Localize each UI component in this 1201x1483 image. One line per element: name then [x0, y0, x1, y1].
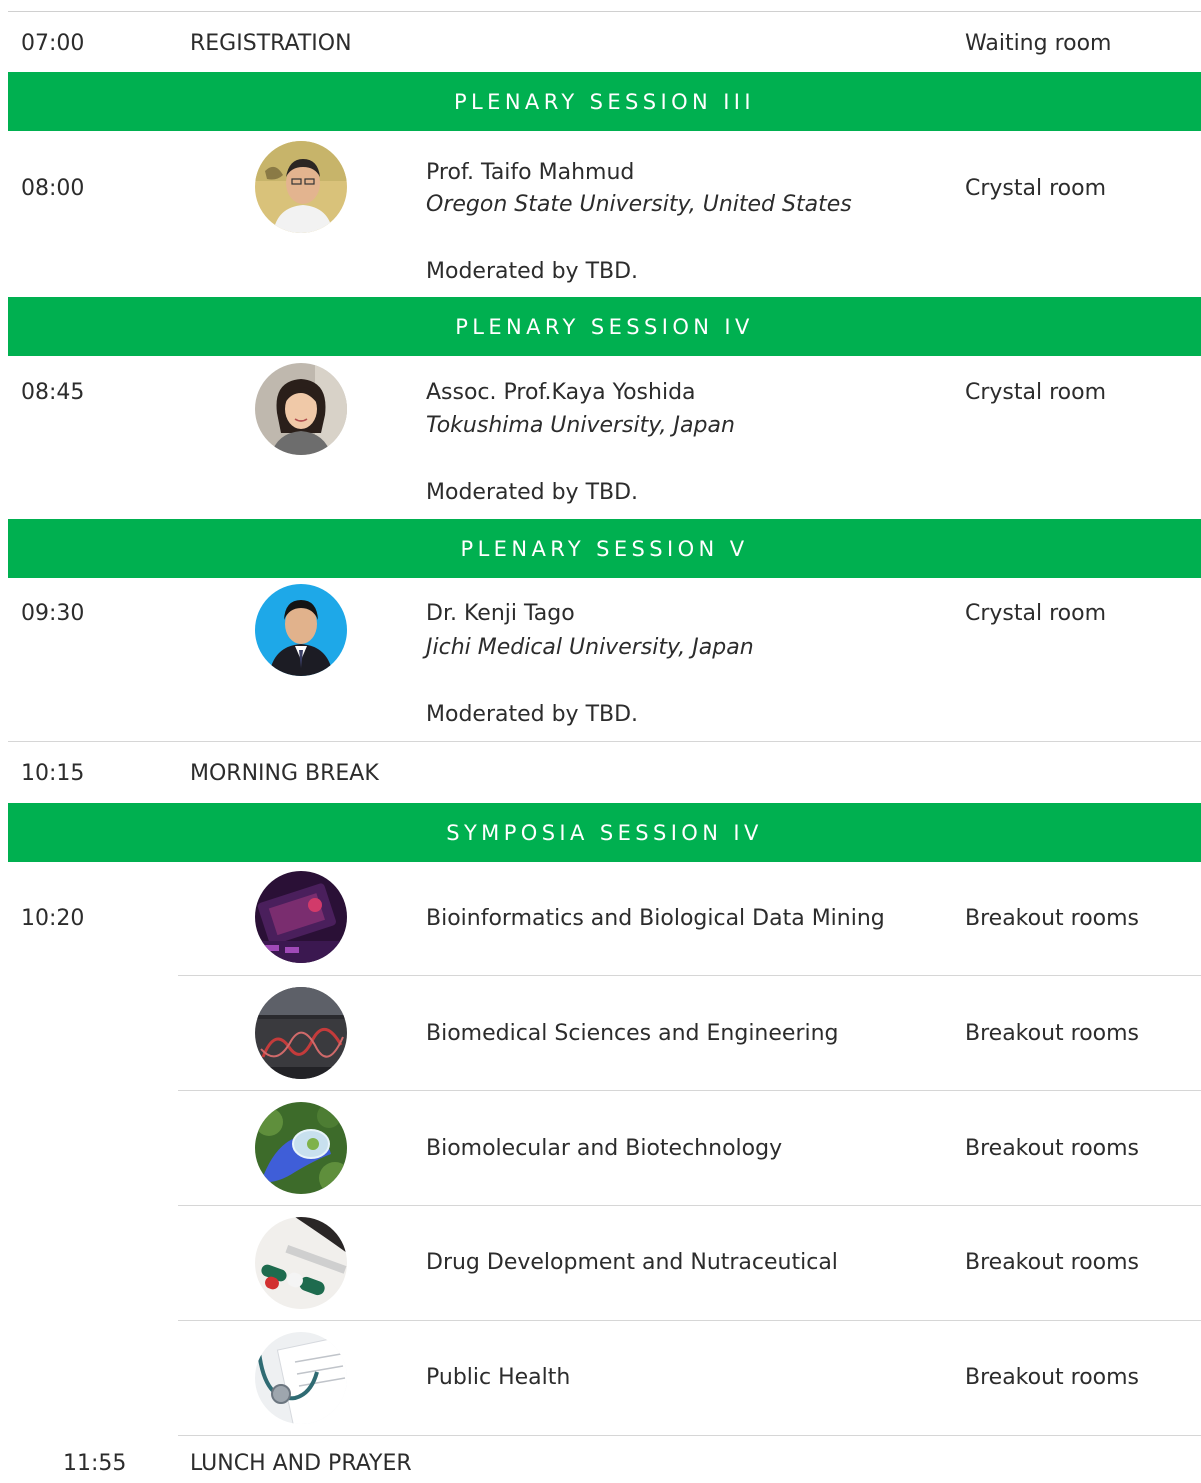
- speaker-affiliation: Tokushima University, Japan: [426, 413, 735, 438]
- speaker-photo-yoshida: [255, 363, 347, 455]
- bioinformatics-photo: [255, 871, 347, 963]
- session-time: 09:30: [21, 601, 85, 626]
- biomedical-photo: [255, 987, 347, 1079]
- session-room: Crystal room: [965, 176, 1107, 201]
- topic-room: Breakout rooms: [965, 1021, 1140, 1046]
- topic-room: Breakout rooms: [965, 1365, 1140, 1390]
- row-divider: [178, 1205, 1201, 1206]
- row-divider: [178, 975, 1201, 976]
- lunch-time: 11:55: [63, 1451, 127, 1476]
- registration-label: REGISTRATION: [190, 31, 352, 56]
- speaker-affiliation: Oregon State University, United States: [426, 192, 852, 217]
- session-time: 08:45: [21, 380, 85, 405]
- registration-room: Waiting room: [965, 31, 1112, 56]
- symposia-time: 10:20: [21, 906, 85, 931]
- top-divider: [8, 11, 1201, 12]
- topic-name: Drug Development and Nutraceutical: [426, 1250, 838, 1275]
- break-label: MORNING BREAK: [190, 761, 379, 786]
- speaker-photo-tago: [255, 584, 347, 676]
- moderator-note: Moderated by TBD.: [426, 480, 639, 505]
- topic-room: Breakout rooms: [965, 906, 1140, 931]
- row-divider: [178, 1435, 1201, 1436]
- row-divider: [178, 1090, 1201, 1091]
- topic-name: Biomedical Sciences and Engineering: [426, 1021, 839, 1046]
- drug-development-photo: [255, 1217, 347, 1309]
- speaker-name: Assoc. Prof.Kaya Yoshida: [426, 380, 696, 405]
- topic-room: Breakout rooms: [965, 1136, 1140, 1161]
- session-header-plenary-5: PLENARY SESSION V: [8, 519, 1201, 578]
- session-header-symposia-4: SYMPOSIA SESSION IV: [8, 803, 1201, 862]
- speaker-affiliation: Jichi Medical University, Japan: [426, 635, 754, 660]
- topic-name: Public Health: [426, 1365, 571, 1390]
- moderator-note: Moderated by TBD.: [426, 702, 639, 727]
- topic-room: Breakout rooms: [965, 1250, 1140, 1275]
- moderator-note: Moderated by TBD.: [426, 259, 639, 284]
- topic-name: Biomolecular and Biotechnology: [426, 1136, 783, 1161]
- speaker-name: Prof. Taifo Mahmud: [426, 160, 635, 185]
- topic-name: Bioinformatics and Biological Data Minin…: [426, 906, 885, 931]
- break-time: 10:15: [21, 761, 85, 786]
- session-room: Crystal room: [965, 380, 1107, 405]
- session-room: Crystal room: [965, 601, 1107, 626]
- row-divider: [178, 1320, 1201, 1321]
- session-time: 08:00: [21, 176, 85, 201]
- speaker-photo-mahmud: [255, 141, 347, 233]
- row-divider: [8, 741, 1201, 742]
- session-header-plenary-3: PLENARY SESSION III: [8, 72, 1201, 131]
- session-header-plenary-4: PLENARY SESSION IV: [8, 297, 1201, 356]
- speaker-name: Dr. Kenji Tago: [426, 601, 575, 626]
- biomolecular-photo: [255, 1102, 347, 1194]
- lunch-label: LUNCH AND PRAYER: [190, 1451, 412, 1476]
- registration-time: 07:00: [21, 31, 85, 56]
- public-health-photo: [255, 1332, 347, 1424]
